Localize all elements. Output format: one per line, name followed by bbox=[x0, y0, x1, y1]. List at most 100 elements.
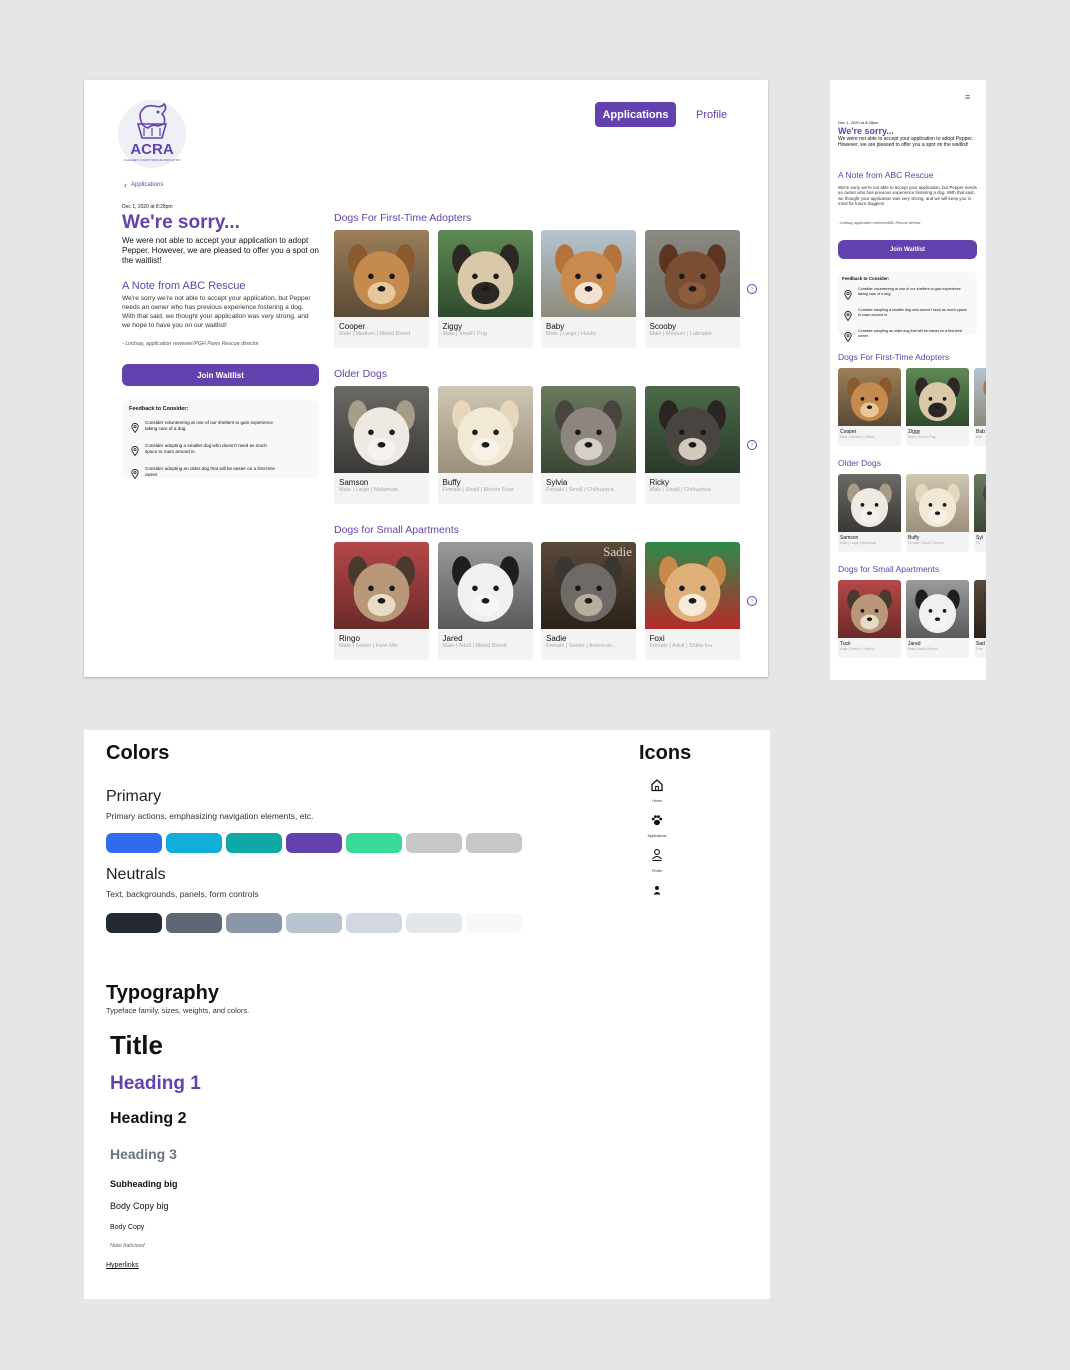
back-link[interactable]: ‹ Applications bbox=[124, 180, 163, 190]
mobile-decision-date: Dec 1, 2020 at 8:28pm bbox=[838, 120, 879, 125]
neutral-color-swatch bbox=[406, 913, 462, 933]
home-icon bbox=[650, 778, 664, 797]
icon-label: Home bbox=[652, 799, 662, 803]
dog-description: Mal bbox=[976, 435, 982, 439]
dog-name: Ringo bbox=[339, 634, 360, 643]
dog-card[interactable]: Buffy Female | Small | Bichon Frise bbox=[437, 386, 533, 504]
dog-card[interactable]: Sadie Sadie Female | Senior | American... bbox=[541, 542, 636, 660]
dog-photo bbox=[541, 230, 636, 317]
mobile-dog-card[interactable]: Tuck Male | Senior | Feist Mi bbox=[838, 580, 901, 658]
decision-date: Dec 1, 2020 at 8:28pm bbox=[122, 204, 173, 210]
mobile-dog-section-title: Older Dogs bbox=[838, 458, 881, 468]
icon-sample: Home bbox=[637, 778, 677, 803]
mobile-join-waitlist-button[interactable]: Join Waitlist bbox=[838, 240, 977, 259]
lightbulb-pin-icon bbox=[844, 308, 852, 326]
style-guide-panel: Colors Primary Primary actions, emphasiz… bbox=[84, 730, 770, 1299]
dog-card[interactable]: Sylvia Female | Small | Chihuahua bbox=[541, 386, 636, 504]
dog-description: Male | Senior | Feist Mi bbox=[840, 647, 875, 651]
mobile-dog-card[interactable]: Samson Male | Large | Malamute bbox=[838, 474, 901, 552]
lightbulb-pin-icon bbox=[131, 443, 139, 461]
dog-description: Male | Adult | Mixed bbox=[908, 647, 938, 651]
dog-section-title: Older Dogs bbox=[334, 368, 388, 380]
feedback-item: Consider volunteering at one of our shel… bbox=[129, 420, 312, 438]
svg-text:Sadie: Sadie bbox=[603, 544, 632, 559]
dog-photo bbox=[644, 230, 740, 317]
hamburger-menu-icon[interactable]: ≡ bbox=[965, 92, 970, 102]
feedback-item-text: Consider adopting an older dog that will… bbox=[858, 329, 963, 339]
lightbulb-pin-icon bbox=[131, 466, 139, 484]
mobile-dog-card[interactable]: Cooper Male | Medium | Mixed bbox=[838, 368, 901, 446]
dog-photo bbox=[437, 386, 533, 473]
dog-name: Jared bbox=[442, 634, 463, 643]
type-sample-body-big: Body Copy big bbox=[110, 1201, 169, 1211]
lightbulb-pin-icon bbox=[844, 287, 852, 305]
back-link-label: Applications bbox=[131, 182, 164, 188]
neutral-color-swatch bbox=[466, 913, 522, 933]
mobile-dog-card[interactable]: Jared Male | Adult | Mixed bbox=[906, 580, 969, 658]
mobile-dog-card[interactable]: Bab Mal bbox=[974, 368, 986, 446]
typography-description: Typeface family, sizes, weights, and col… bbox=[106, 1006, 250, 1015]
feedback-panel: Feedback to Consider: Consider volunteer… bbox=[122, 400, 319, 480]
dog-description: Male | Large | Husky bbox=[546, 331, 597, 337]
dog-name: Foxi bbox=[649, 634, 665, 643]
dog-card[interactable]: Ricky Male | Small | Chihuahua bbox=[644, 386, 740, 504]
neutral-swatch-row bbox=[106, 913, 522, 933]
dog-description: Male | Adult | Mixed Breed bbox=[442, 643, 507, 649]
dog-card[interactable]: Cooper Male | Medium | Mixed Breed bbox=[334, 230, 429, 348]
dog-description: Fe bbox=[976, 541, 980, 545]
dog-photo bbox=[906, 474, 969, 532]
dog-card[interactable]: Ziggy Male | Small | Pug bbox=[437, 230, 533, 348]
mobile-dog-card[interactable]: Syl Fe bbox=[974, 474, 986, 552]
feedback-title: Feedback to Consider: bbox=[129, 406, 189, 412]
mobile-dog-card[interactable]: Buffy Female | Small | Bichon bbox=[906, 474, 969, 552]
feedback-item-text: Consider adopting a smaller dog who does… bbox=[145, 443, 267, 454]
primary-swatch-row bbox=[106, 833, 522, 853]
profile-icon bbox=[650, 848, 664, 867]
acra-logo[interactable]: ACRA ALLEGHENY COUNTY RESCUE ASSOCIATION bbox=[112, 94, 192, 168]
dog-card[interactable]: Ringo Male | Senior | Feist Mix bbox=[334, 542, 429, 660]
dog-card[interactable]: Scooby Male | Medium | Labrador bbox=[644, 230, 740, 348]
dog-card[interactable]: Samson Male | Large | Malamute bbox=[334, 386, 429, 504]
profile-nav-link[interactable]: Profile bbox=[696, 102, 727, 127]
feedback-item: Consider volunteering at one of our shel… bbox=[842, 287, 973, 305]
decision-message: We were not able to accept your applicat… bbox=[122, 236, 319, 265]
dog-photo bbox=[541, 386, 636, 473]
mobile-dog-section-title: Dogs for Small Apartments bbox=[838, 564, 940, 574]
dog-description: Male | Large | Malamute bbox=[339, 487, 399, 493]
feedback-item: Consider adopting an older dog that will… bbox=[129, 466, 312, 484]
applications-nav-button[interactable]: Applications bbox=[595, 102, 676, 127]
dog-name: Buffy bbox=[442, 478, 461, 487]
dog-description: Female | Small | Bichon bbox=[908, 541, 944, 545]
dog-description: Male | Medium | Mixed bbox=[840, 435, 874, 439]
type-sample-note: Note Italicized bbox=[110, 1243, 145, 1249]
note-signature: - Lindsay, application reviewer/PGH Paws… bbox=[122, 341, 259, 347]
dog-photo bbox=[974, 580, 986, 638]
dog-photo bbox=[906, 368, 969, 426]
mobile-dog-card[interactable]: Ziggy Male | Small | Pug bbox=[906, 368, 969, 446]
type-sample-hyperlink[interactable]: Hyperlinks bbox=[106, 1262, 139, 1269]
note-title: A Note from ABC Rescue bbox=[122, 280, 246, 292]
type-sample-subheading: Subheading big bbox=[110, 1179, 178, 1189]
dog-photo bbox=[437, 230, 533, 317]
mobile-dog-section-title: Dogs For First-Time Adopters bbox=[838, 352, 950, 362]
dog-card[interactable]: Foxi Female | Adult | Shiba Inu bbox=[644, 542, 740, 660]
dog-name: Cooper bbox=[339, 322, 366, 331]
next-arrow-icon[interactable]: › bbox=[747, 596, 757, 606]
neutral-color-swatch bbox=[346, 913, 402, 933]
mobile-dog-card[interactable]: Sad Fem bbox=[974, 580, 986, 658]
mobile-decision-message: We were not able to accept your applicat… bbox=[838, 136, 973, 148]
next-arrow-icon[interactable]: › bbox=[747, 440, 757, 450]
dog-name: Ricky bbox=[649, 478, 670, 487]
svg-text:ACRA: ACRA bbox=[130, 141, 173, 158]
dog-name: Scooby bbox=[649, 322, 677, 331]
dog-card[interactable]: Jared Male | Adult | Mixed Breed bbox=[437, 542, 533, 660]
dog-photo bbox=[838, 580, 901, 638]
feedback-item-text: Consider volunteering at one of our shel… bbox=[858, 287, 961, 297]
join-waitlist-button[interactable]: Join Waitlist bbox=[122, 364, 319, 386]
next-arrow-icon[interactable]: › bbox=[747, 284, 757, 294]
neutrals-heading: Neutrals bbox=[106, 866, 166, 883]
icons-heading: Icons bbox=[639, 742, 692, 764]
dog-photo bbox=[644, 542, 740, 629]
dog-card[interactable]: Baby Male | Large | Husky bbox=[541, 230, 636, 348]
paw-icon bbox=[650, 813, 664, 832]
